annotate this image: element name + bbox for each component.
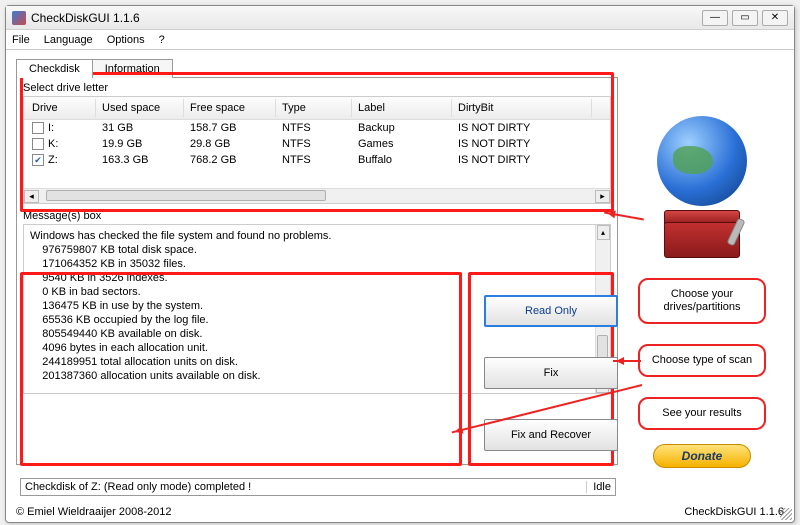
drive-table: Drive Used space Free space Type Label D…	[23, 96, 611, 204]
scroll-right-icon[interactable]: ▸	[595, 190, 610, 203]
content-area: Checkdisk Information Select drive lette…	[6, 50, 794, 522]
titlebar[interactable]: CheckDiskGUI 1.1.6 — ▭ ✕	[6, 6, 794, 30]
copyright: © Emiel Wieldraaijer 2008-2012	[16, 506, 171, 518]
table-row[interactable]: I: 31 GB158.7 GBNTFSBackupIS NOT DIRTY	[24, 120, 610, 136]
status-bar: Checkdisk of Z: (Read only mode) complet…	[20, 478, 616, 496]
callout-scan: Choose type of scan	[638, 344, 766, 377]
horizontal-scrollbar[interactable]: ◂ ▸	[24, 188, 610, 203]
table-row[interactable]: K: 19.9 GB29.8 GBNTFSGamesIS NOT DIRTY	[24, 136, 610, 152]
tab-checkdisk[interactable]: Checkdisk	[16, 59, 93, 78]
cell-dirty: IS NOT DIRTY	[452, 137, 592, 151]
messages-label: Message(s) box	[23, 210, 611, 224]
scroll-thumb[interactable]	[46, 190, 326, 201]
status-idle: Idle	[586, 481, 611, 493]
cell-used: 31 GB	[96, 121, 184, 135]
drive-letter: K:	[48, 138, 58, 150]
drive-checkbox[interactable]	[32, 138, 44, 150]
menu-file[interactable]: File	[12, 34, 30, 46]
cell-dirty: IS NOT DIRTY	[452, 121, 592, 135]
globe-icon	[657, 116, 747, 206]
cell-used: 19.9 GB	[96, 137, 184, 151]
cell-free: 158.7 GB	[184, 121, 276, 135]
col-type[interactable]: Type	[276, 99, 352, 117]
maximize-button[interactable]: ▭	[732, 10, 758, 26]
cell-free: 768.2 GB	[184, 153, 276, 167]
cell-free: 29.8 GB	[184, 137, 276, 151]
cell-label: Buffalo	[352, 153, 452, 167]
table-row[interactable]: ✔ Z: 163.3 GB768.2 GBNTFSBuffaloIS NOT DIR…	[24, 152, 610, 168]
cell-type: NTFS	[276, 137, 352, 151]
footer-version: CheckDiskGUI 1.1.6	[684, 506, 784, 518]
window-title: CheckDiskGUI 1.1.6	[31, 11, 698, 25]
col-used[interactable]: Used space	[96, 99, 184, 117]
callout-results: See your results	[638, 397, 766, 430]
fix-button[interactable]: Fix	[484, 357, 618, 389]
menu-options[interactable]: Options	[107, 34, 145, 46]
cell-type: NTFS	[276, 121, 352, 135]
drive-section-label: Select drive letter	[17, 82, 617, 96]
toolbox-icon	[660, 202, 744, 258]
col-label[interactable]: Label	[352, 99, 452, 117]
col-drive[interactable]: Drive	[26, 99, 96, 117]
read-only-button[interactable]: Read Only	[484, 295, 618, 327]
cell-dirty: IS NOT DIRTY	[452, 153, 592, 167]
drive-checkbox[interactable]	[32, 122, 44, 134]
scroll-left-icon[interactable]: ◂	[24, 190, 39, 203]
status-text: Checkdisk of Z: (Read only mode) complet…	[25, 481, 251, 493]
menu-help[interactable]: ?	[159, 34, 165, 46]
resize-grip[interactable]	[780, 508, 792, 520]
arrow-to-scan	[613, 360, 641, 362]
drive-letter: Z:	[48, 154, 58, 166]
cell-used: 163.3 GB	[96, 153, 184, 167]
minimize-button[interactable]: —	[702, 10, 728, 26]
close-button[interactable]: ✕	[762, 10, 788, 26]
app-icon	[12, 11, 26, 25]
fix-recover-button[interactable]: Fix and Recover	[484, 419, 618, 451]
menubar: File Language Options ?	[6, 30, 794, 50]
donate-button[interactable]: Donate	[653, 444, 751, 468]
tab-strip: Checkdisk Information	[16, 58, 784, 77]
tab-information[interactable]: Information	[92, 59, 173, 78]
cell-label: Backup	[352, 121, 452, 135]
menu-language[interactable]: Language	[44, 34, 93, 46]
col-dirty[interactable]: DirtyBit	[452, 99, 592, 117]
action-buttons: Read Only Fix Fix and Recover	[484, 295, 618, 451]
scroll-up-icon[interactable]: ▴	[597, 225, 610, 240]
sidebar: Choose your drives/partitions Choose typ…	[622, 116, 782, 468]
app-window: CheckDiskGUI 1.1.6 — ▭ ✕ File Language O…	[5, 5, 795, 523]
drive-checkbox[interactable]: ✔	[32, 154, 44, 166]
col-free[interactable]: Free space	[184, 99, 276, 117]
cell-type: NTFS	[276, 153, 352, 167]
callout-drives: Choose your drives/partitions	[638, 278, 766, 324]
cell-label: Games	[352, 137, 452, 151]
drive-table-header: Drive Used space Free space Type Label D…	[24, 97, 610, 120]
drive-letter: I:	[48, 122, 54, 134]
footer: © Emiel Wieldraaijer 2008-2012 CheckDisk…	[16, 506, 784, 518]
